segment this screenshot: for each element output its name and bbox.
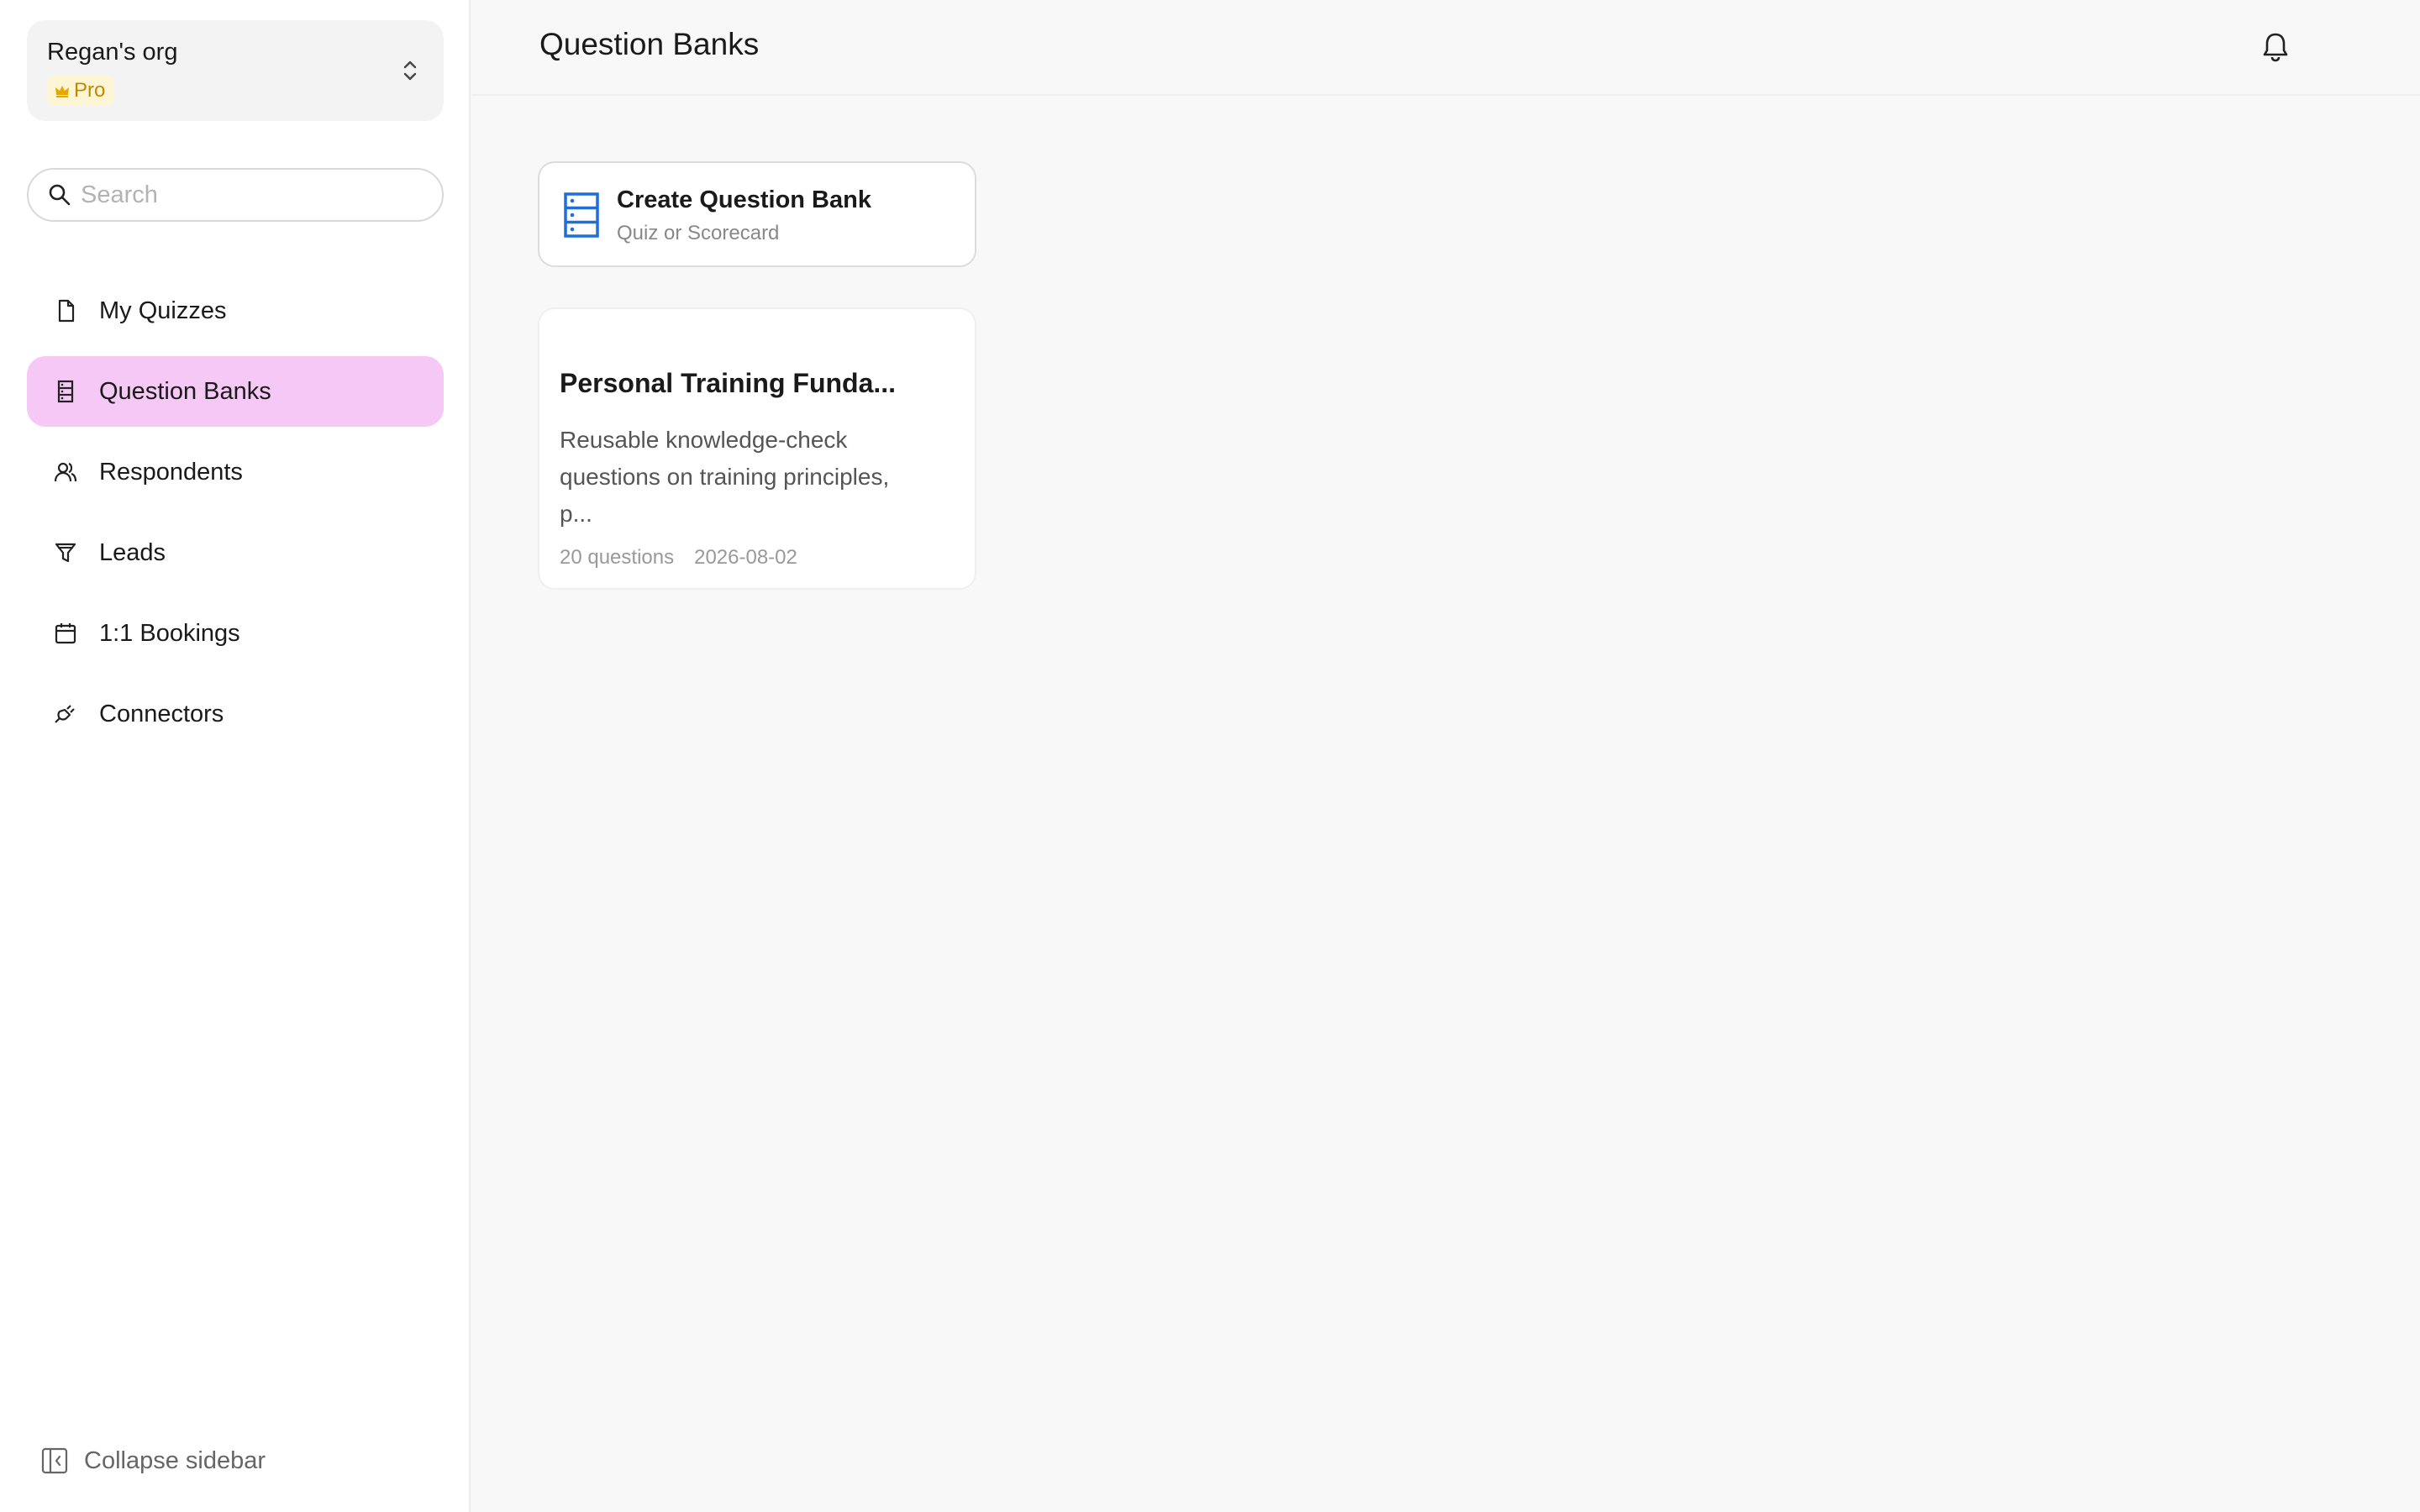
- search-box: [27, 168, 444, 222]
- users-icon: [52, 459, 79, 486]
- create-question-bank-button[interactable]: Create Question Bank Quiz or Scorecard: [538, 161, 976, 267]
- question-bank-icon: [564, 192, 599, 238]
- question-bank-icon: [52, 378, 79, 405]
- plan-badge: Pro: [47, 76, 114, 106]
- collapse-sidebar-label: Collapse sidebar: [84, 1446, 266, 1474]
- chevron-up-down-icon: [403, 60, 417, 81]
- page-title: Question Banks: [539, 27, 760, 61]
- bank-question-count: 20 questions: [560, 546, 675, 569]
- sidebar-item-connectors[interactable]: Connectors: [27, 679, 444, 749]
- bank-date: 2026-08-02: [694, 546, 797, 569]
- plug-icon: [52, 701, 79, 727]
- org-name: Regan's org: [47, 39, 178, 66]
- question-bank-card[interactable]: Personal Training Funda... Reusable know…: [538, 307, 976, 590]
- collapse-sidebar-button[interactable]: Collapse sidebar: [40, 1446, 266, 1475]
- bank-description: Reusable knowledge-check questions on tr…: [560, 427, 890, 527]
- funnel-icon: [52, 539, 79, 566]
- calendar-icon: [52, 620, 79, 647]
- plan-label: Pro: [74, 79, 106, 102]
- sidebar-item-question-banks[interactable]: Question Banks: [27, 356, 444, 427]
- sidebar-item-label: Connectors: [99, 700, 224, 727]
- sidebar-item-label: 1:1 Bookings: [99, 619, 240, 647]
- sidebar-nav: My Quizzes Question Banks Respondents Le…: [27, 276, 444, 759]
- sidebar-item-respondents[interactable]: Respondents: [27, 437, 444, 507]
- sidebar-collapse-icon: [41, 1447, 68, 1474]
- sidebar-item-label: My Quizzes: [99, 297, 227, 324]
- bank-title: Personal Training Funda...: [560, 368, 897, 398]
- crown-icon: [55, 86, 69, 97]
- page-header: Question Banks: [472, 0, 2420, 96]
- search-input[interactable]: [81, 181, 417, 209]
- sidebar-item-label: Question Banks: [99, 377, 271, 405]
- sidebar-item-my-quizzes[interactable]: My Quizzes: [27, 276, 444, 346]
- org-switcher[interactable]: Regan's org Pro: [27, 20, 444, 121]
- sidebar-item-leads[interactable]: Leads: [27, 517, 444, 588]
- file-icon: [52, 297, 79, 324]
- search-icon: [49, 184, 71, 206]
- create-card-subtitle: Quiz or Scorecard: [617, 222, 780, 244]
- bell-icon[interactable]: [2259, 30, 2292, 64]
- bank-meta: 20 questions 2026-08-02: [560, 546, 797, 570]
- create-card-title: Create Question Bank: [617, 186, 871, 213]
- sidebar: Regan's org Pro My Quizzes: [0, 0, 471, 1512]
- sidebar-item-label: Respondents: [99, 458, 243, 486]
- sidebar-item-label: Leads: [99, 538, 166, 566]
- sidebar-item-bookings[interactable]: 1:1 Bookings: [27, 598, 444, 669]
